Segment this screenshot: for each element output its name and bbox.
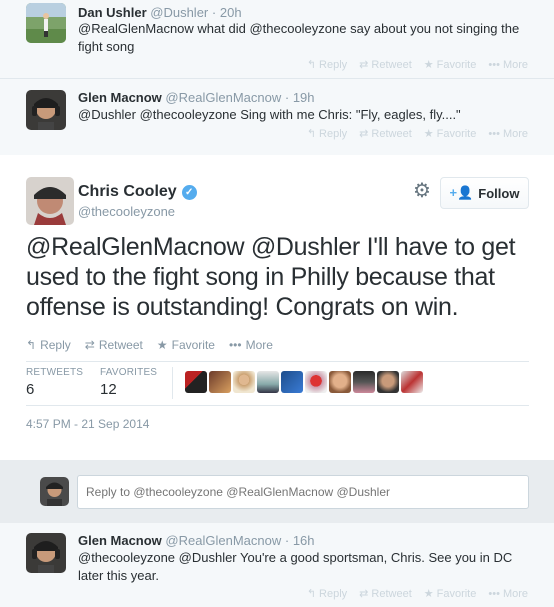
favorite-star-icon: ★ (423, 59, 434, 71)
retweets-stat[interactable]: RETWEETS 6 (26, 367, 83, 398)
main-tweet: Chris Cooley ✓ @thecooleyzone ⚙ +👤 Follo… (0, 155, 554, 460)
retweet-icon: ⇄ (359, 59, 369, 71)
favorite-action[interactable]: ★ Favorite (157, 338, 215, 352)
conversation-before: Dan Ushler @Dushler · 20h @RealGlenMacno… (0, 0, 554, 155)
retweet-action[interactable]: ⇄ Retweet (359, 58, 412, 72)
reply-icon: ↰ (26, 338, 37, 352)
avatar[interactable] (305, 371, 327, 393)
avatar[interactable] (26, 3, 66, 43)
reply-action[interactable]: ↰ Reply (306, 58, 347, 72)
verified-badge-icon: ✓ (181, 184, 197, 200)
tweet-dan-ushler[interactable]: Dan Ushler @Dushler · 20h @RealGlenMacno… (0, 0, 554, 78)
tweet-actions: ↰ Reply ⇄ Retweet ★ Favorite ••• More (306, 127, 528, 141)
favorite-count: 12 (100, 381, 117, 398)
reply-box-area (0, 460, 554, 523)
tweet-time[interactable]: 19h (293, 90, 315, 105)
tweet-actions: ↰ Reply ⇄ Retweet ★ Favorite ••• More (306, 58, 528, 72)
more-action[interactable]: ••• More (229, 338, 273, 352)
divider (26, 405, 529, 406)
retweet-icon: ⇄ (84, 338, 95, 352)
avatar[interactable] (329, 371, 351, 393)
tweet-glen-macnow[interactable]: Glen Macnow @RealGlenMacnow · 16h @theco… (0, 523, 554, 607)
tweet-time[interactable]: 16h (293, 533, 315, 548)
favorite-action[interactable]: ★ Favorite (423, 587, 477, 601)
tweet-time[interactable]: 20h (220, 5, 242, 20)
retweet-action[interactable]: ⇄ Retweet (359, 127, 412, 141)
tweet-header: Dan Ushler @Dushler · 20h (78, 5, 242, 20)
favorite-action[interactable]: ★ Favorite (423, 127, 477, 141)
tweet-header: Glen Macnow @RealGlenMacnow · 19h (78, 90, 315, 105)
tweet-actions: ↰ Reply ⇄ Retweet ★ Favorite ••• More (26, 338, 273, 352)
more-dots-icon: ••• (488, 587, 500, 600)
tweet-text: @RealGlenMacnow @Dushler I'll have to ge… (26, 233, 516, 321)
retweet-action[interactable]: ⇄ Retweet (359, 587, 412, 601)
retweet-count: 6 (26, 381, 35, 398)
divider (172, 367, 173, 399)
avatar[interactable] (26, 90, 66, 130)
conversation-after: Glen Macnow @RealGlenMacnow · 16h @theco… (0, 523, 554, 607)
reply-icon: ↰ (306, 128, 317, 140)
avatar[interactable] (26, 533, 66, 573)
favoriters-avatars (185, 371, 423, 393)
more-dots-icon: ••• (488, 58, 500, 71)
avatar[interactable] (26, 177, 74, 225)
divider (26, 361, 529, 362)
avatar (40, 477, 69, 506)
author-handle[interactable]: @RealGlenMacnow (165, 533, 281, 548)
tweet-text: @RealGlenMacnow what did @thecooleyzone … (78, 21, 520, 54)
author-name[interactable]: Chris Cooley ✓ (78, 183, 197, 201)
avatar[interactable] (353, 371, 375, 393)
retweet-icon: ⇄ (359, 128, 369, 140)
tweet-text: @Dushler @thecooleyzone Sing with me Chr… (78, 107, 461, 122)
author-name[interactable]: Glen Macnow (78, 533, 162, 548)
author-name[interactable]: Dan Ushler (78, 5, 147, 20)
more-dots-icon: ••• (228, 338, 242, 352)
more-dots-icon: ••• (488, 127, 500, 140)
reply-action[interactable]: ↰ Reply (306, 587, 347, 601)
tweet-header: Glen Macnow @RealGlenMacnow · 16h (78, 533, 315, 548)
retweet-action[interactable]: ⇄ Retweet (85, 338, 143, 352)
reply-action[interactable]: ↰ Reply (26, 338, 71, 352)
reply-icon: ↰ (306, 588, 317, 600)
favorites-stat[interactable]: FAVORITES 12 (100, 367, 157, 398)
avatar[interactable] (233, 371, 255, 393)
tweet-actions: ↰ Reply ⇄ Retweet ★ Favorite ••• More (306, 587, 528, 601)
follow-button[interactable]: +👤 Follow (440, 177, 529, 209)
author-name[interactable]: Glen Macnow (78, 90, 162, 105)
avatar[interactable] (185, 371, 207, 393)
author-handle[interactable]: @RealGlenMacnow (165, 90, 281, 105)
tweet-glen-macnow[interactable]: Glen Macnow @RealGlenMacnow · 19h @Dushl… (0, 79, 554, 155)
author-handle[interactable]: @Dushler (150, 5, 208, 20)
favorite-action[interactable]: ★ Favorite (423, 58, 477, 72)
more-action[interactable]: ••• More (488, 587, 528, 600)
reply-action[interactable]: ↰ Reply (306, 127, 347, 141)
favorite-star-icon: ★ (423, 588, 434, 600)
reply-input[interactable] (77, 475, 529, 509)
favorite-star-icon: ★ (156, 338, 168, 352)
follow-person-icon: +👤 (449, 185, 474, 200)
tweet-timestamp[interactable]: 4:57 PM - 21 Sep 2014 (26, 417, 149, 431)
favorite-star-icon: ★ (423, 128, 434, 140)
retweet-icon: ⇄ (359, 588, 369, 600)
avatar[interactable] (209, 371, 231, 393)
reply-icon: ↰ (306, 59, 317, 71)
author-handle[interactable]: @thecooleyzone (78, 204, 175, 219)
more-action[interactable]: ••• More (488, 58, 528, 71)
avatar[interactable] (377, 371, 399, 393)
more-action[interactable]: ••• More (488, 127, 528, 140)
tweet-text: @thecooleyzone @Dushler You're a good sp… (78, 550, 513, 583)
avatar[interactable] (281, 371, 303, 393)
avatar[interactable] (257, 371, 279, 393)
gear-icon[interactable]: ⚙ (411, 180, 433, 202)
avatar[interactable] (401, 371, 423, 393)
